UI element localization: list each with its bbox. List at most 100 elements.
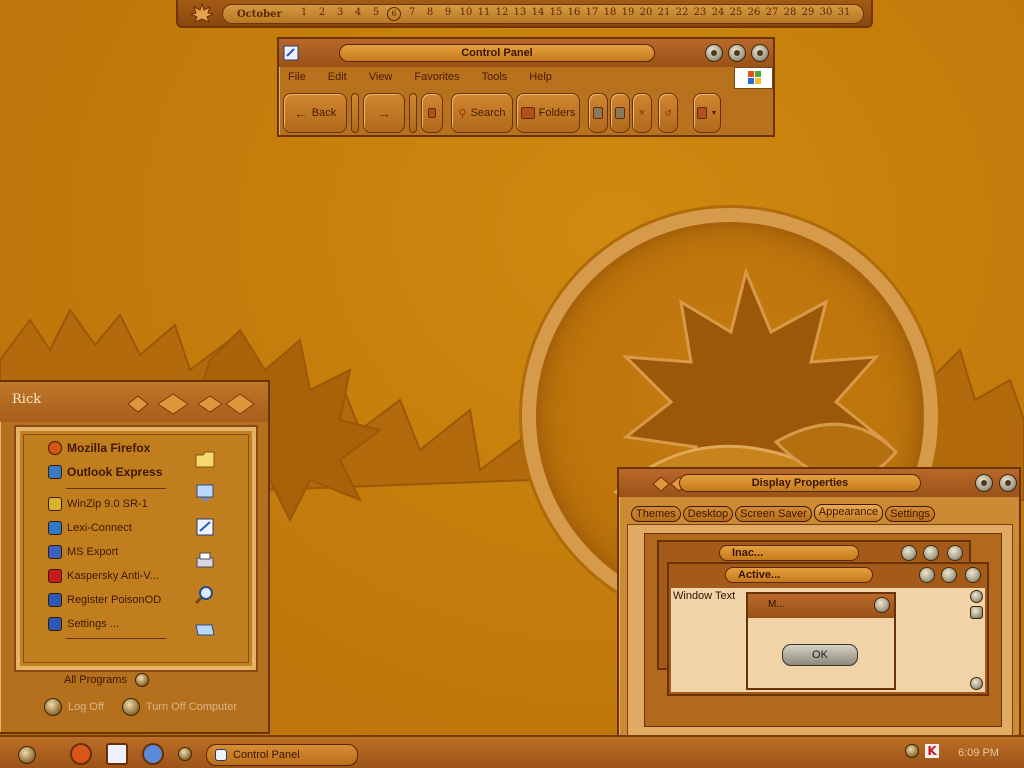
display-properties-titlebar[interactable]: Display Properties <box>619 469 1019 497</box>
back-dropdown[interactable] <box>351 93 359 133</box>
pinned-item-outlook[interactable]: Outlook Express <box>48 465 162 479</box>
kaspersky-tray-icon[interactable]: K <box>925 744 939 758</box>
tab-settings[interactable]: Settings <box>885 506 935 522</box>
calendar-day[interactable]: 10 <box>457 7 475 21</box>
calendar-day[interactable]: 23 <box>691 7 709 21</box>
control-panel-window[interactable]: Control Panel File Edit View Favorites T… <box>277 37 775 137</box>
calendar-day[interactable]: 22 <box>673 7 691 21</box>
taskbar-control-panel-button[interactable]: Control Panel <box>206 744 358 766</box>
up-button[interactable] <box>421 93 443 133</box>
printers-icon[interactable] <box>194 551 216 571</box>
user-name: Rick <box>12 392 42 407</box>
my-computer-icon[interactable] <box>194 483 216 503</box>
firefox-quicklaunch-icon[interactable] <box>70 743 92 765</box>
quicklaunch-chevron-icon[interactable] <box>178 747 192 761</box>
tab-themes[interactable]: Themes <box>631 506 681 522</box>
calendar-days: 1 2 3 4 5 6 7 8 9 10 11 12 13 14 15 16 17 18 19 20 21 22 23 24 2… <box>295 7 853 21</box>
menu-favorites[interactable]: Favorites <box>411 71 468 87</box>
calendar-day[interactable]: 15 <box>547 7 565 21</box>
help-button[interactable] <box>975 474 993 492</box>
close-button[interactable] <box>751 44 769 62</box>
clock[interactable]: 6:09 PM <box>958 747 999 759</box>
calendar-day[interactable]: 30 <box>817 7 835 21</box>
calendar-day[interactable]: 26 <box>745 7 763 21</box>
views-button[interactable]: ▼ <box>693 93 721 133</box>
calendar-day[interactable]: 8 <box>421 7 439 21</box>
run-icon[interactable] <box>194 619 216 639</box>
calendar-day[interactable]: 18 <box>601 7 619 21</box>
pinned-item-firefox[interactable]: Mozilla Firefox <box>48 441 150 455</box>
close-button[interactable] <box>999 474 1017 492</box>
start-menu: Rick Mozilla Firefox Outlook Express Win… <box>0 380 270 734</box>
calendar-day[interactable]: 5 <box>367 7 385 21</box>
tray-expand-icon[interactable] <box>905 744 919 758</box>
recent-item-winzip[interactable]: WinZip 9.0 SR-1 <box>48 497 148 511</box>
undo-button[interactable]: ↺ <box>658 93 678 133</box>
show-desktop-icon[interactable] <box>106 743 128 765</box>
calendar-day[interactable]: 16 <box>565 7 583 21</box>
menu-tools[interactable]: Tools <box>479 71 517 87</box>
calendar-day[interactable]: 17 <box>583 7 601 21</box>
display-properties-window[interactable]: Display Properties Themes Desktop Screen… <box>617 467 1021 737</box>
search-icon[interactable] <box>194 585 216 605</box>
forward-dropdown[interactable] <box>409 93 417 133</box>
tab-desktop[interactable]: Desktop <box>682 506 734 522</box>
chevron-down-icon: ▼ <box>710 109 718 117</box>
all-programs-button[interactable]: All Programs <box>64 673 149 687</box>
calendar-day[interactable]: 14 <box>529 7 547 21</box>
calendar-day[interactable]: 29 <box>799 7 817 21</box>
start-button[interactable] <box>18 746 36 764</box>
maximize-button[interactable] <box>728 44 746 62</box>
calendar-day-today[interactable]: 6 <box>387 7 401 21</box>
calendar-day[interactable]: 25 <box>727 7 745 21</box>
folders-button[interactable]: Folders <box>516 93 580 133</box>
my-documents-icon[interactable] <box>194 449 216 469</box>
turn-off-button[interactable]: Turn Off Computer <box>121 698 237 716</box>
calendar-day[interactable]: 9 <box>439 7 457 21</box>
tab-screen-saver[interactable]: Screen Saver <box>735 506 812 522</box>
control-panel-icon[interactable] <box>283 45 299 61</box>
calendar-day[interactable]: 11 <box>475 7 493 21</box>
menu-view[interactable]: View <box>366 71 402 87</box>
menu-file[interactable]: File <box>285 71 315 87</box>
menu-help[interactable]: Help <box>526 71 561 87</box>
copy-to-button[interactable] <box>610 93 630 133</box>
recent-item-settings[interactable]: Settings ... <box>48 617 119 631</box>
calendar-day[interactable]: 21 <box>655 7 673 21</box>
delete-button[interactable]: × <box>632 93 652 133</box>
control-panel-titlebar[interactable]: Control Panel <box>279 39 773 67</box>
internet-explorer-icon[interactable] <box>142 743 164 765</box>
calendar-day[interactable]: 20 <box>637 7 655 21</box>
recent-item-kaspersky[interactable]: Kaspersky Anti-V... <box>48 569 159 583</box>
control-panel-icon[interactable] <box>194 517 216 537</box>
calendar-day[interactable]: 3 <box>331 7 349 21</box>
search-button[interactable]: ⚲ Search <box>451 93 513 133</box>
message-box-title: M... <box>768 599 785 610</box>
preview-scrollbar <box>969 588 985 692</box>
calendar-day[interactable]: 1 <box>295 7 313 21</box>
calendar-day[interactable]: 12 <box>493 7 511 21</box>
recent-item-label: Register PoisonOD <box>67 594 162 606</box>
calendar-day[interactable]: 31 <box>835 7 853 21</box>
forward-button[interactable]: → <box>363 93 405 133</box>
calendar-day[interactable]: 24 <box>709 7 727 21</box>
calendar-day[interactable]: 27 <box>763 7 781 21</box>
tab-appearance[interactable]: Appearance <box>813 504 884 522</box>
menu-bar: File Edit View Favorites Tools Help <box>285 71 571 87</box>
recent-item-lexi-connect[interactable]: Lexi-Connect <box>48 521 132 535</box>
help-button[interactable] <box>705 44 723 62</box>
calendar-day[interactable]: 28 <box>781 7 799 21</box>
move-to-button[interactable] <box>588 93 608 133</box>
calendar-day[interactable]: 19 <box>619 7 637 21</box>
recent-item-label: Settings ... <box>67 618 119 630</box>
log-off-button[interactable]: Log Off <box>44 698 104 716</box>
calendar-day[interactable]: 4 <box>349 7 367 21</box>
back-button[interactable]: ← Back <box>283 93 347 133</box>
recent-item-register[interactable]: Register PoisonOD <box>48 593 161 607</box>
log-off-icon <box>44 698 62 716</box>
calendar-day[interactable]: 7 <box>403 7 421 21</box>
calendar-day[interactable]: 2 <box>313 7 331 21</box>
menu-edit[interactable]: Edit <box>325 71 356 87</box>
recent-item-ms-export[interactable]: MS Export <box>48 545 118 559</box>
calendar-day[interactable]: 13 <box>511 7 529 21</box>
